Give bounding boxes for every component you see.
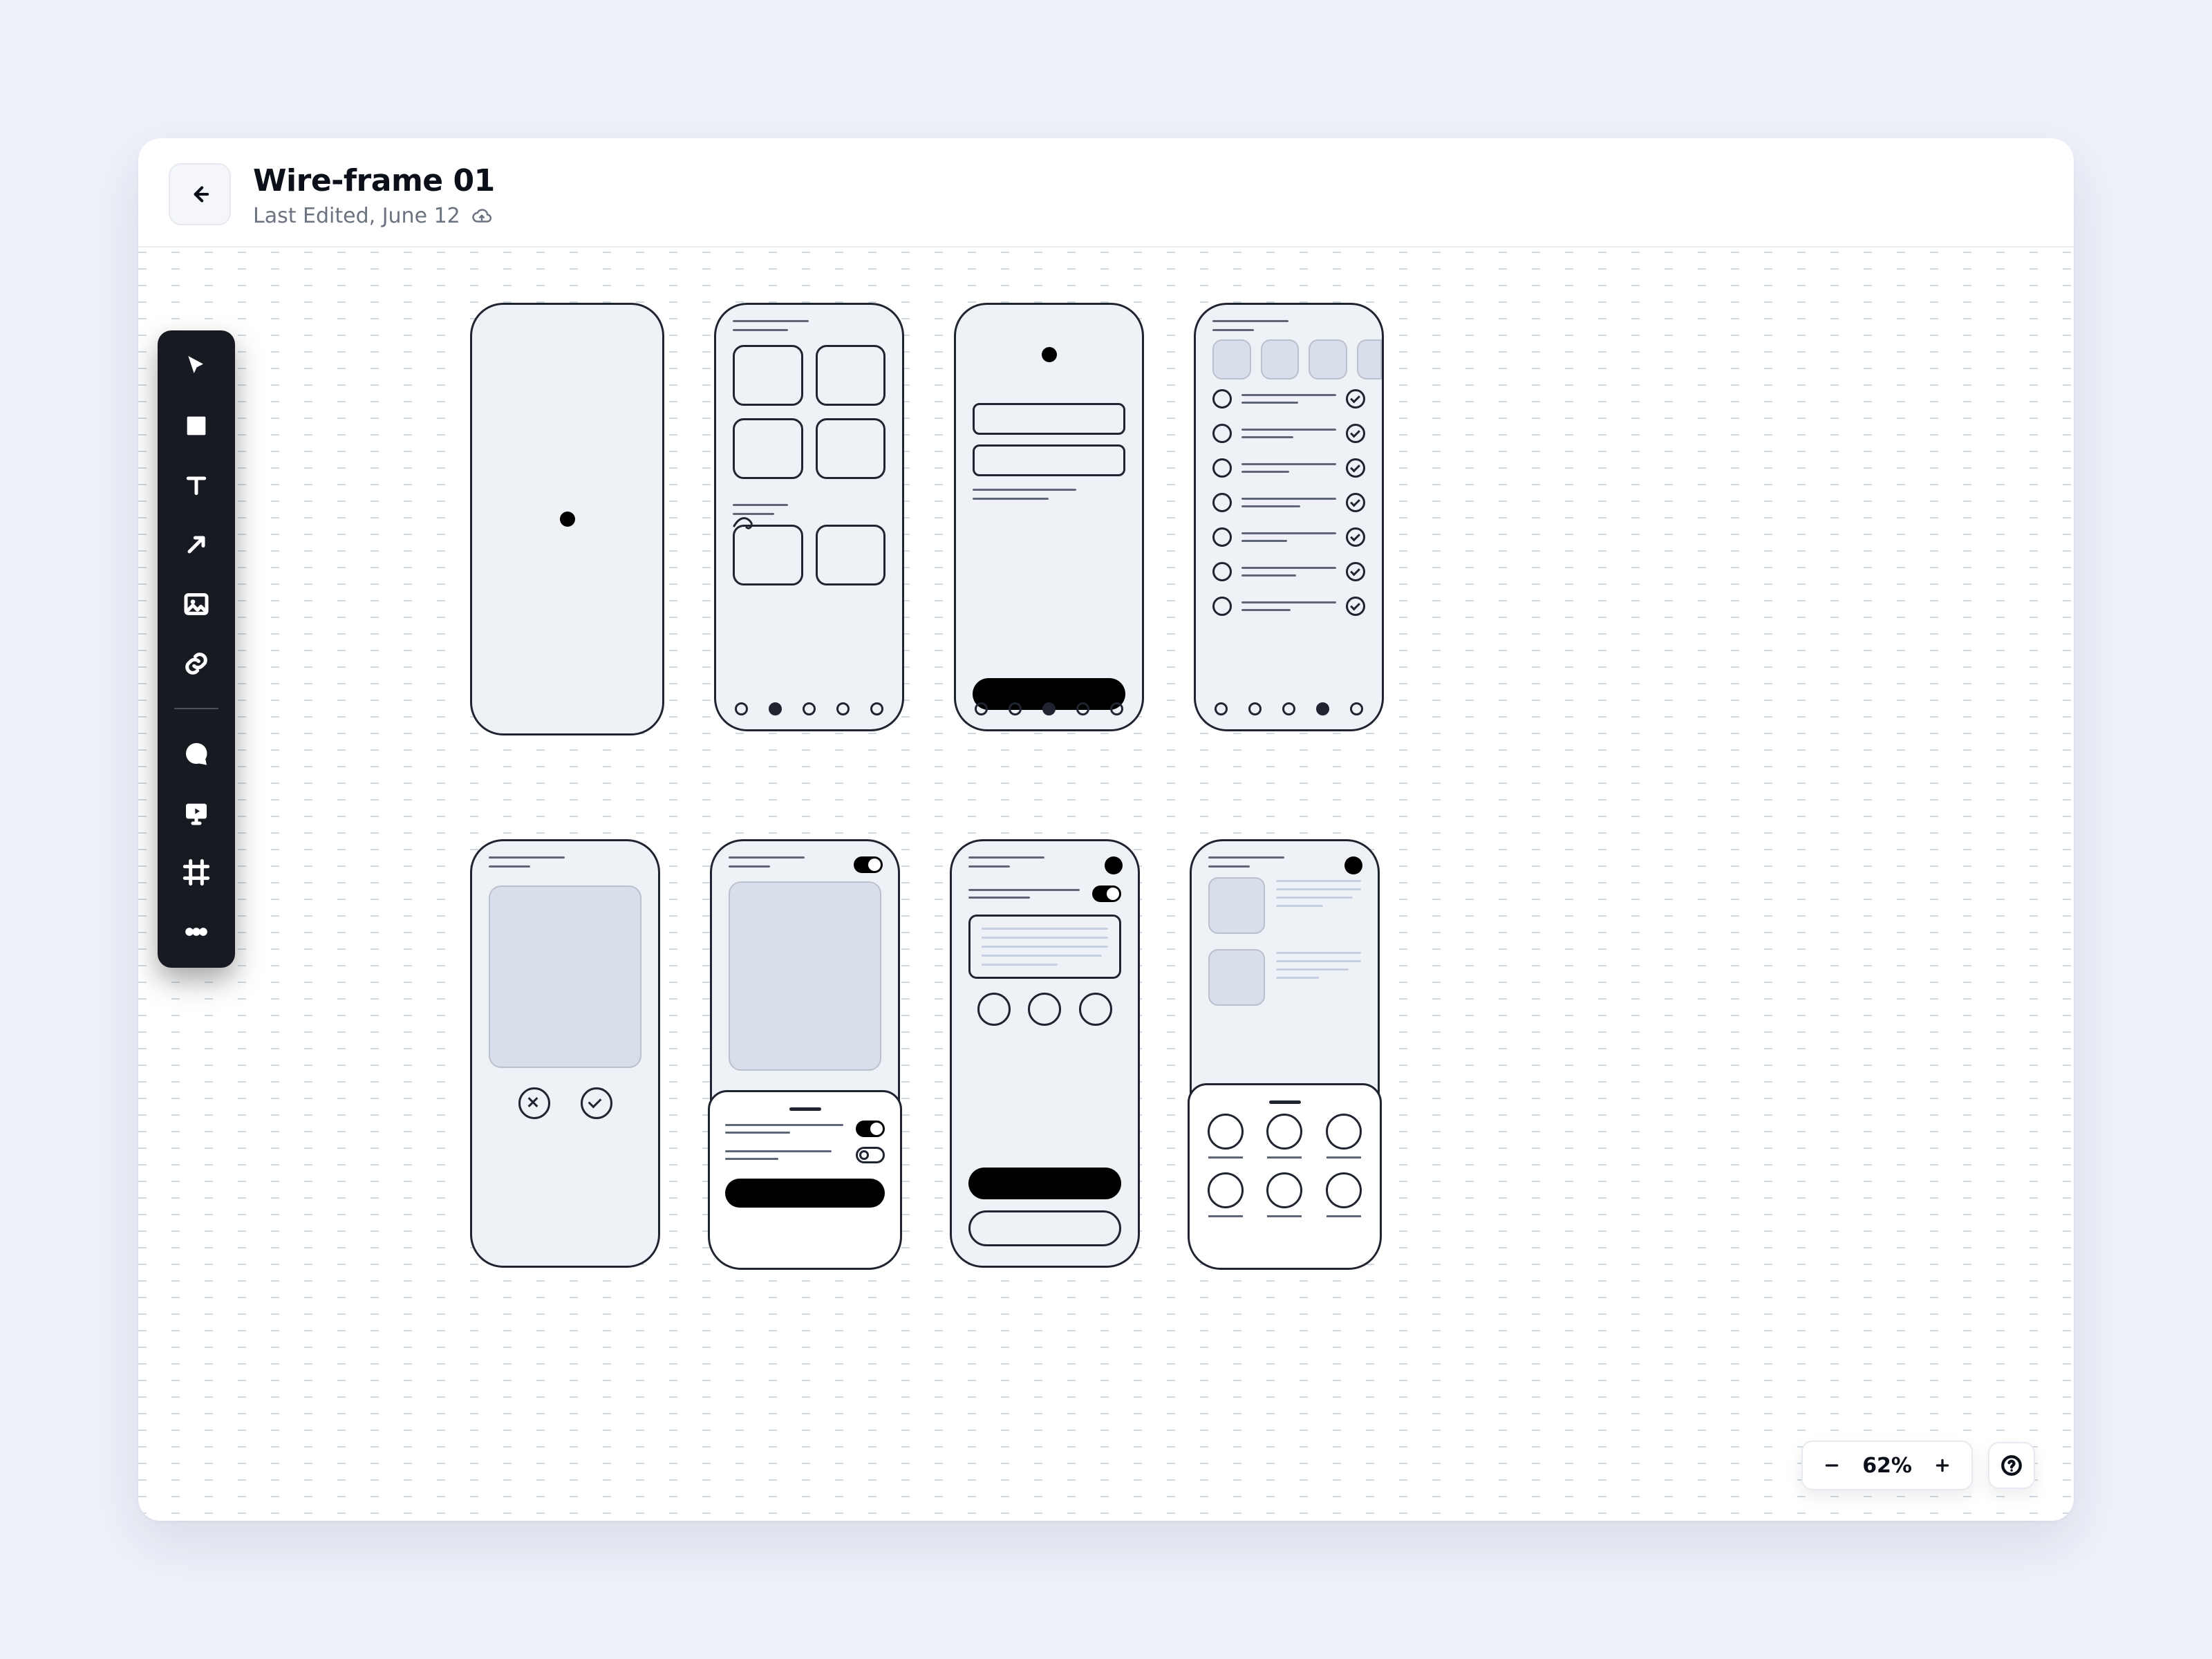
share-sheet	[1188, 1083, 1382, 1270]
frame-blank[interactable]	[470, 303, 664, 735]
secondary-button	[968, 1210, 1121, 1246]
frame-tool[interactable]	[178, 854, 214, 890]
minus-icon	[1823, 1456, 1841, 1474]
link-icon	[182, 650, 210, 677]
arrow-tool[interactable]	[178, 527, 214, 563]
frame-checklist[interactable]	[1194, 303, 1384, 731]
sheet-handle-icon	[1269, 1100, 1301, 1104]
checklist	[1212, 389, 1382, 616]
toggle-off-icon	[856, 1147, 885, 1163]
thumbnail	[733, 418, 803, 479]
frame-article-actions[interactable]	[950, 839, 1140, 1268]
text-input	[973, 403, 1125, 435]
text-input	[973, 444, 1125, 476]
pencil-stroke-icon	[733, 512, 781, 532]
canvas[interactable]: 62%	[138, 247, 2074, 1521]
cursor-arrow-icon	[182, 353, 210, 380]
frame-settings-sheet[interactable]	[710, 839, 900, 1268]
share-grid	[1205, 1114, 1365, 1217]
zoom-bar: 62%	[1801, 1441, 2035, 1490]
reject-icon	[518, 1087, 550, 1119]
primary-button	[968, 1168, 1121, 1199]
pagination-dots	[1196, 702, 1382, 715]
heading-lines	[489, 856, 641, 868]
square-icon	[182, 412, 210, 440]
toolbar	[158, 330, 235, 968]
toggle-on-icon	[856, 1121, 885, 1137]
avatar-icon	[1344, 856, 1362, 874]
heading-lines	[968, 856, 1121, 868]
title-block: Wire-frame 01 Last Edited, June 12	[253, 163, 495, 228]
pagination-dots	[716, 702, 902, 715]
thumbnail	[816, 345, 886, 406]
media-placeholder	[729, 881, 881, 1071]
frame-gallery-grid[interactable]	[714, 303, 904, 731]
document-title: Wire-frame 01	[253, 163, 495, 198]
back-button[interactable]	[169, 163, 231, 225]
caption-lines	[973, 489, 1125, 500]
link-tool[interactable]	[178, 646, 214, 682]
plus-icon	[1933, 1456, 1951, 1474]
help-circle-icon	[2000, 1454, 2023, 1477]
toggle-on-icon	[1092, 885, 1121, 902]
media-placeholder	[489, 885, 641, 1068]
frames-row-2	[470, 839, 1384, 1268]
image-icon	[182, 590, 210, 618]
pagination-dots	[956, 702, 1142, 715]
placeholder-dot-icon	[560, 512, 575, 527]
heading-lines	[1208, 856, 1361, 868]
approve-icon	[581, 1087, 612, 1119]
thumbnail	[733, 525, 803, 585]
arrow-upright-icon	[182, 531, 210, 559]
more-tool[interactable]	[178, 914, 214, 950]
help-button[interactable]	[1988, 1442, 2035, 1489]
play-monitor-icon	[182, 799, 210, 827]
comment-tool[interactable]	[178, 735, 214, 771]
primary-button	[725, 1179, 885, 1208]
chat-bubble-icon	[182, 740, 210, 767]
zoom-value: 62%	[1862, 1454, 1912, 1478]
frame-feed-share-sheet[interactable]	[1190, 839, 1380, 1268]
frame-crop-icon	[182, 859, 210, 886]
feed-cards	[1208, 877, 1361, 1006]
thumbnail	[816, 525, 886, 585]
sheet-handle-icon	[789, 1107, 821, 1111]
cloud-upload-icon	[471, 206, 492, 227]
zoom-control: 62%	[1801, 1441, 1973, 1490]
review-controls	[489, 1087, 641, 1119]
thumbnail	[816, 418, 886, 479]
app-window: Wire-frame 01 Last Edited, June 12	[138, 138, 2074, 1521]
image-tool[interactable]	[178, 586, 214, 622]
text-t-icon	[182, 471, 210, 499]
heading-lines	[1212, 320, 1382, 331]
dots-horizontal-icon	[182, 918, 210, 946]
bottom-sheet	[708, 1090, 902, 1270]
heading-lines	[733, 320, 885, 331]
frames-row-1	[470, 303, 1384, 735]
avatar-dot-icon	[1042, 347, 1057, 362]
header: Wire-frame 01 Last Edited, June 12	[138, 138, 2074, 247]
thumbnail	[733, 345, 803, 406]
paragraph-block	[968, 915, 1121, 979]
rectangle-tool[interactable]	[178, 408, 214, 444]
text-tool[interactable]	[178, 467, 214, 503]
arrow-left-icon	[187, 181, 213, 207]
frame-form-inputs[interactable]	[954, 303, 1144, 731]
avatar-icon	[1105, 856, 1123, 874]
action-circles	[968, 993, 1121, 1026]
toolbar-separator	[174, 708, 218, 709]
frame-media-review[interactable]	[470, 839, 660, 1268]
video-tool[interactable]	[178, 795, 214, 831]
toggle-on-icon	[854, 856, 883, 873]
zoom-in-button[interactable]	[1929, 1452, 1956, 1479]
last-edited-label: Last Edited, June 12	[253, 204, 460, 228]
zoom-out-button[interactable]	[1818, 1452, 1846, 1479]
wireframe-board	[470, 303, 1384, 1268]
category-chips	[1212, 339, 1382, 379]
select-tool[interactable]	[178, 348, 214, 384]
